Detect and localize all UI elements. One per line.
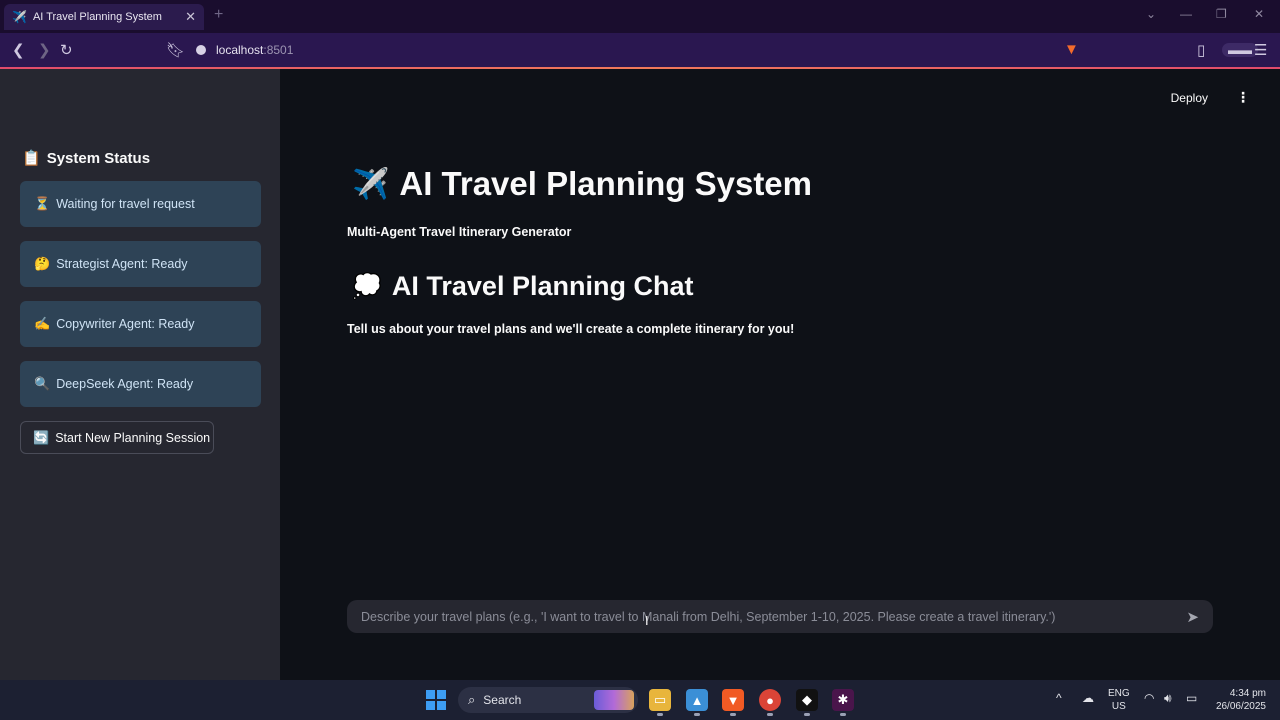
- minimize-icon[interactable]: —: [1180, 7, 1192, 21]
- back-icon[interactable]: ❮: [12, 41, 25, 59]
- search-icon: ⌕: [468, 692, 476, 707]
- status-label: Copywriter Agent: Ready: [56, 317, 195, 331]
- running-indicator: [804, 713, 810, 716]
- address-bar[interactable]: localhost:8501: [196, 39, 1056, 61]
- brave-shield-icon[interactable]: ▼: [1064, 41, 1079, 58]
- status-label: Waiting for travel request: [56, 197, 195, 211]
- wifi-icon[interactable]: ◠: [1144, 692, 1154, 705]
- status-waiting: ⏳ Waiting for travel request: [20, 181, 261, 227]
- status-copywriter: ✍️ Copywriter Agent: Ready: [20, 301, 261, 347]
- thinking-face-icon: 🤔: [34, 256, 51, 271]
- refresh-icon: 🔄: [33, 429, 50, 445]
- taskbar-search[interactable]: ⌕ Search: [458, 687, 638, 713]
- onedrive-icon[interactable]: ☁: [1082, 692, 1094, 705]
- status-label: DeepSeek Agent: Ready: [56, 377, 194, 391]
- chrome-icon[interactable]: ●: [759, 689, 781, 711]
- thought-balloon-icon: 💭: [352, 273, 382, 300]
- window-close-icon[interactable]: ✕: [1254, 7, 1264, 21]
- magnifier-icon: 🔍: [34, 376, 51, 391]
- clipboard-icon: 📋: [22, 150, 41, 167]
- language-indicator[interactable]: ENG US: [1108, 687, 1130, 713]
- status-strategist: 🤔 Strategist Agent: Ready: [20, 241, 261, 287]
- sidebar-toggle-icon[interactable]: ▯: [1197, 41, 1205, 59]
- photos-icon[interactable]: ▲: [686, 689, 708, 711]
- running-indicator: [657, 713, 663, 716]
- cursor-app-icon[interactable]: ◆: [796, 689, 818, 711]
- writing-hand-icon: ✍️: [34, 316, 51, 331]
- reload-icon[interactable]: ↻: [60, 41, 73, 59]
- running-indicator: [767, 713, 773, 716]
- page-title: ✈️ AI Travel Planning System: [352, 165, 812, 203]
- new-tab-icon[interactable]: +: [214, 6, 223, 24]
- sidebar-title: 📋 System Status: [22, 149, 151, 168]
- clock-date: 26/06/2025: [1215, 701, 1266, 712]
- tab-list-chevron-icon[interactable]: ⌄: [1146, 7, 1156, 21]
- more-options-icon[interactable]: ⋮: [1236, 89, 1250, 106]
- battery-icon[interactable]: ▭: [1186, 692, 1197, 705]
- running-indicator: [694, 713, 700, 716]
- windows-start-icon[interactable]: [426, 690, 446, 710]
- system-clock[interactable]: 4:34 pm 26/06/2025: [1216, 687, 1266, 713]
- chat-heading: 💭 AI Travel Planning Chat: [352, 271, 693, 302]
- browser-tab-bar: ✈️ AI Travel Planning System ✕ + ⌄ — ❐ ✕: [0, 0, 1280, 33]
- slack-icon[interactable]: ✱: [832, 689, 854, 711]
- sidebar-title-text: System Status: [46, 149, 151, 167]
- page-title-text: AI Travel Planning System: [399, 165, 813, 202]
- running-indicator: [840, 713, 846, 716]
- page-subtitle: Multi-Agent Travel Itinerary Generator: [347, 225, 572, 239]
- url-port: :8501: [263, 43, 294, 57]
- airplane-icon: ✈️: [352, 167, 390, 201]
- tab-title: AI Travel Planning System: [32, 11, 162, 23]
- search-label: Search: [483, 693, 522, 707]
- brave-browser-icon[interactable]: ▼: [722, 689, 744, 711]
- chat-input-container: ➤: [347, 600, 1213, 633]
- language-code: ENG: [1108, 688, 1130, 699]
- send-icon[interactable]: ➤: [1186, 608, 1199, 626]
- clock-time: 4:34 pm: [1229, 688, 1266, 699]
- region-code: US: [1111, 701, 1126, 712]
- tray-overflow-icon[interactable]: ^: [1056, 692, 1062, 705]
- running-indicator: [730, 713, 736, 716]
- close-tab-icon[interactable]: ✕: [185, 9, 196, 25]
- site-info-icon[interactable]: [196, 45, 206, 55]
- sidebar: 📋 System Status ⏳ Waiting for travel req…: [0, 69, 280, 680]
- search-highlight-icon: [594, 690, 634, 710]
- brave-wallet-icon[interactable]: ▬▬: [1222, 43, 1258, 57]
- browser-toolbar: ❮ ❯ ↻ 🔖︎ localhost:8501 ▼ ▯ ▬▬ ☰: [0, 33, 1280, 68]
- text-cursor-icon: I: [645, 613, 649, 628]
- url-host: localhost: [216, 43, 264, 57]
- bookmark-icon[interactable]: 🔖︎: [166, 41, 185, 59]
- deploy-button[interactable]: Deploy: [1171, 91, 1208, 105]
- menu-icon[interactable]: ☰: [1254, 41, 1267, 59]
- volume-icon[interactable]: 🔊︎: [1164, 692, 1172, 705]
- hourglass-icon: ⏳: [34, 196, 51, 211]
- file-explorer-icon[interactable]: ▭: [649, 689, 671, 711]
- start-new-session-label: Start New Planning Session: [55, 430, 211, 445]
- chat-heading-text: AI Travel Planning Chat: [391, 271, 694, 301]
- browser-tab[interactable]: ✈️ AI Travel Planning System ✕: [4, 4, 204, 30]
- status-label: Strategist Agent: Ready: [56, 257, 188, 271]
- chat-intro: Tell us about your travel plans and we'l…: [347, 322, 795, 336]
- main-content: Deploy ⋮ ✈️ AI Travel Planning System Mu…: [280, 69, 1280, 680]
- start-new-session-button[interactable]: 🔄 Start New Planning Session: [20, 421, 214, 454]
- maximize-icon[interactable]: ❐: [1216, 7, 1227, 21]
- windows-taskbar: ⌕ Search ▭ ▲ ▼ ● ◆ ✱ ^ ☁ ENG US ◠ 🔊︎ ▭ 4…: [0, 680, 1280, 720]
- status-deepseek: 🔍 DeepSeek Agent: Ready: [20, 361, 261, 407]
- forward-icon[interactable]: ❯: [38, 41, 51, 59]
- chat-input[interactable]: [361, 609, 1179, 624]
- airplane-icon: ✈️: [12, 10, 27, 24]
